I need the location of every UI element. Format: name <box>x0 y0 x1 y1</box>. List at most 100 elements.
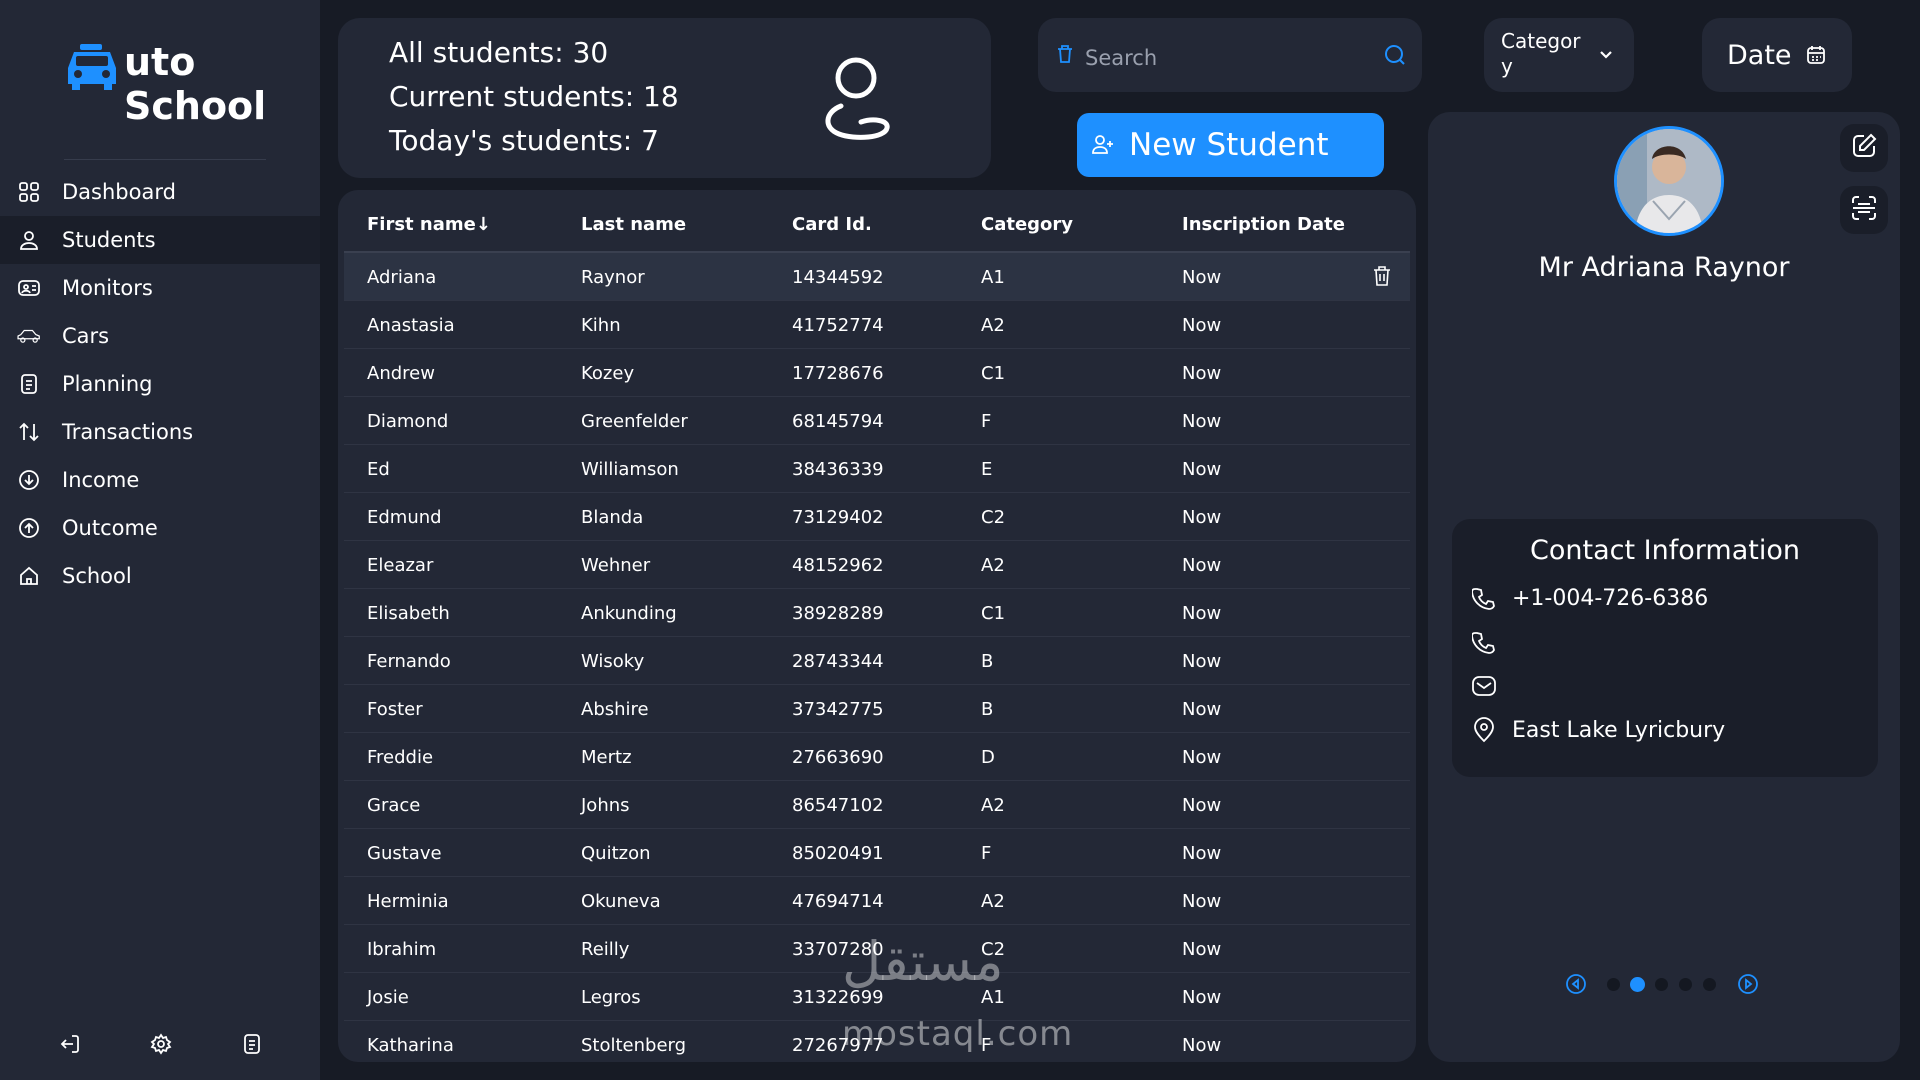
cell-last-name: Greenfelder <box>581 411 688 432</box>
table-row[interactable]: Grace Johns 86547102 A2 Now <box>344 781 1410 829</box>
page-dot-5[interactable] <box>1703 978 1716 991</box>
page-dot-1[interactable] <box>1607 978 1620 991</box>
cell-first-name: Diamond <box>367 411 449 432</box>
page-dot-2[interactable] <box>1630 977 1645 992</box>
sidebar-item-planning[interactable]: Planning <box>0 360 320 408</box>
cell-inscription-date: Now <box>1182 267 1222 288</box>
cell-card-id: 86547102 <box>792 795 884 816</box>
sidebar-item-students[interactable]: Students <box>0 216 320 264</box>
logout-icon[interactable] <box>56 1030 84 1058</box>
grid-icon <box>16 179 42 205</box>
table-row[interactable]: Freddie Mertz 27663690 D Now <box>344 733 1410 781</box>
column-header-category[interactable]: Category <box>981 214 1073 235</box>
scan-button[interactable] <box>1840 186 1888 234</box>
sidebar-nav: Dashboard Students Monitors Cars Plannin… <box>0 168 320 600</box>
phone-icon <box>1470 584 1498 612</box>
cell-last-name: Okuneva <box>581 891 661 912</box>
notes-icon[interactable] <box>238 1030 266 1058</box>
edit-button[interactable] <box>1840 124 1888 172</box>
cell-card-id: 38928289 <box>792 603 884 624</box>
scan-icon <box>1850 194 1878 226</box>
sidebar-item-label: School <box>62 564 132 588</box>
delete-row-icon[interactable] <box>1372 265 1392 291</box>
sidebar-item-monitors[interactable]: Monitors <box>0 264 320 312</box>
contact-phone-secondary[interactable] <box>1470 627 1512 657</box>
cell-inscription-date: Now <box>1182 411 1222 432</box>
phone-primary-value: +1-004-726-6386 <box>1512 585 1709 611</box>
settings-icon[interactable] <box>147 1030 175 1058</box>
cell-last-name: Kozey <box>581 363 635 384</box>
table-row[interactable]: Elisabeth Ankunding 38928289 C1 Now <box>344 589 1410 637</box>
contact-phone-primary[interactable]: +1-004-726-6386 <box>1470 583 1708 613</box>
column-header-last-name[interactable]: Last name <box>581 214 686 235</box>
cell-category: C2 <box>981 507 1006 528</box>
table-row[interactable]: Foster Abshire 37342775 B Now <box>344 685 1410 733</box>
cell-card-id: 38436339 <box>792 459 884 480</box>
app-logo[interactable]: uto School <box>66 40 266 135</box>
cell-first-name: Freddie <box>367 747 434 768</box>
transactions-icon <box>16 419 42 445</box>
sidebar-item-label: Cars <box>62 324 110 348</box>
sidebar-item-school[interactable]: School <box>0 552 320 600</box>
table-row[interactable]: Ed Williamson 38436339 E Now <box>344 445 1410 493</box>
cell-card-id: 68145794 <box>792 411 884 432</box>
sidebar-footer <box>56 1030 266 1058</box>
cell-inscription-date: Now <box>1182 843 1222 864</box>
cell-last-name: Abshire <box>581 699 649 720</box>
cell-first-name: Grace <box>367 795 421 816</box>
cell-last-name: Raynor <box>581 267 645 288</box>
edit-icon <box>1850 132 1878 164</box>
search-input[interactable]: Search <box>1038 18 1422 92</box>
cell-first-name: Foster <box>367 699 423 720</box>
cell-first-name: Herminia <box>367 891 449 912</box>
table-row[interactable]: Gustave Quitzon 85020491 F Now <box>344 829 1410 877</box>
cell-category: B <box>981 699 994 720</box>
column-header-inscription-date[interactable]: Inscription Date <box>1182 214 1345 235</box>
table-row[interactable]: Fernando Wisoky 28743344 B Now <box>344 637 1410 685</box>
category-select[interactable]: Category <box>1484 18 1634 92</box>
cell-inscription-date: Now <box>1182 1035 1222 1056</box>
table-row[interactable]: Anastasia Kihn 41752774 A2 Now <box>344 301 1410 349</box>
contact-address[interactable]: East Lake Lyricbury <box>1470 715 1725 745</box>
home-icon <box>16 563 42 589</box>
search-icon[interactable] <box>1384 44 1406 70</box>
page-dot-3[interactable] <box>1655 978 1668 991</box>
cell-inscription-date: Now <box>1182 891 1222 912</box>
user-icon <box>16 227 42 253</box>
cell-last-name: Wehner <box>581 555 651 576</box>
table-row[interactable]: Eleazar Wehner 48152962 A2 Now <box>344 541 1410 589</box>
cell-category: A2 <box>981 555 1005 576</box>
next-page-icon[interactable] <box>1736 972 1760 1000</box>
table-row[interactable]: Edmund Blanda 73129402 C2 Now <box>344 493 1410 541</box>
cell-last-name: Reilly <box>581 939 630 960</box>
cell-inscription-date: Now <box>1182 555 1222 576</box>
page-dot-4[interactable] <box>1679 978 1692 991</box>
cell-last-name: Quitzon <box>581 843 651 864</box>
column-header-card-id[interactable]: Card Id. <box>792 214 872 235</box>
sidebar-item-dashboard[interactable]: Dashboard <box>0 168 320 216</box>
contact-information-card: Contact Information +1-004-726-6386 East… <box>1452 519 1878 777</box>
sidebar-item-transactions[interactable]: Transactions <box>0 408 320 456</box>
table-row[interactable]: Herminia Okuneva 47694714 A2 Now <box>344 877 1410 925</box>
new-student-button[interactable]: New Student <box>1077 113 1384 177</box>
table-row[interactable]: Diamond Greenfelder 68145794 F Now <box>344 397 1410 445</box>
sidebar-item-income[interactable]: Income <box>0 456 320 504</box>
cell-category: B <box>981 651 994 672</box>
sidebar-item-outcome[interactable]: Outcome <box>0 504 320 552</box>
cell-first-name: Eleazar <box>367 555 434 576</box>
date-filter[interactable]: Date <box>1702 18 1852 92</box>
contact-email[interactable] <box>1470 671 1512 701</box>
sidebar-item-cars[interactable]: Cars <box>0 312 320 360</box>
sidebar-item-label: Dashboard <box>62 180 176 204</box>
income-icon <box>16 467 42 493</box>
table-row[interactable]: Adriana Raynor 14344592 A1 Now <box>344 253 1410 301</box>
sidebar-item-label: Students <box>62 228 156 252</box>
user-icon <box>821 56 891 144</box>
trash-icon[interactable] <box>1056 44 1074 68</box>
cell-last-name: Kihn <box>581 315 621 336</box>
sidebar: uto School Dashboard Students Monitors C… <box>0 0 320 1080</box>
table-row[interactable]: Andrew Kozey 17728676 C1 Now <box>344 349 1410 397</box>
column-header-first-name[interactable]: First name↓ <box>367 214 491 235</box>
previous-page-icon[interactable] <box>1564 972 1588 1000</box>
cell-last-name: Legros <box>581 987 641 1008</box>
